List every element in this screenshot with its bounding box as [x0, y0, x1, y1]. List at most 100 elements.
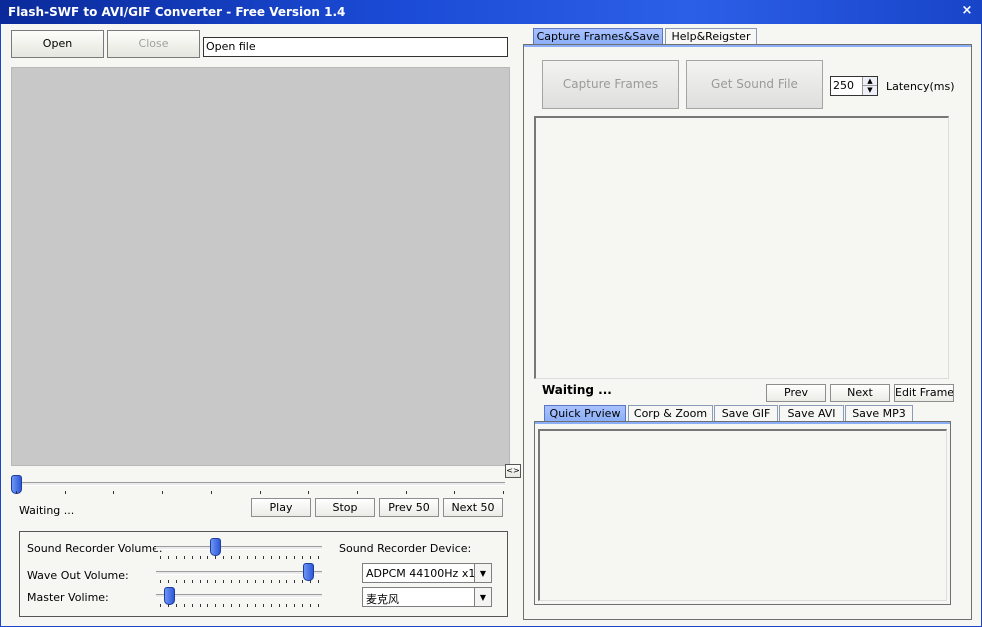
captured-frames-view	[534, 116, 949, 379]
play-button[interactable]: Play	[251, 498, 311, 517]
capture-frames-button[interactable]: Capture Frames	[542, 60, 679, 109]
close-file-button[interactable]: Close	[107, 30, 200, 58]
slider-tick	[215, 580, 217, 583]
slider-tick	[254, 580, 256, 583]
wave-out-volume-track[interactable]	[156, 571, 322, 575]
slider-tick	[215, 556, 217, 559]
slider-tick	[246, 556, 248, 559]
prev-frame-button[interactable]: Prev	[766, 384, 826, 402]
recorder-device-select[interactable]: 麦克风 ▼	[362, 587, 492, 607]
slider-tick	[310, 580, 312, 583]
audio-format-select[interactable]: ADPCM 44100Hz x1 ▼	[362, 563, 492, 583]
slider-tick	[356, 491, 358, 494]
tab-help-register[interactable]: Help&Reigster	[665, 28, 757, 44]
slider-tick	[302, 604, 304, 607]
open-button[interactable]: Open	[11, 30, 104, 58]
stop-button[interactable]: Stop	[315, 498, 375, 517]
slider-tick	[64, 491, 66, 494]
slider-tick	[503, 491, 504, 494]
slider-tick	[239, 580, 240, 583]
slider-tick	[239, 556, 240, 559]
quick-preview-view	[538, 429, 947, 601]
slider-tick	[302, 556, 304, 559]
slider-tick	[310, 604, 312, 607]
spin-down-icon[interactable]: ▼	[863, 86, 877, 95]
slider-tick	[167, 556, 169, 559]
slider-tick	[278, 580, 280, 583]
slider-tick	[113, 491, 115, 494]
slider-tick	[262, 604, 264, 607]
slider-tick	[191, 556, 193, 559]
slider-tick	[160, 604, 161, 607]
wave-out-volume-thumb[interactable]	[303, 563, 315, 581]
slider-tick	[183, 556, 185, 559]
slider-tick	[167, 580, 169, 583]
capture-status: Waiting ...	[542, 383, 612, 397]
spin-up-icon[interactable]: ▲	[863, 77, 877, 86]
slider-tick	[207, 580, 209, 583]
slider-tick	[160, 556, 161, 559]
slider-tick	[191, 580, 193, 583]
playback-status: Waiting ...	[19, 504, 75, 517]
slider-tick	[223, 556, 225, 559]
slider-tick	[262, 580, 264, 583]
tab-crop-zoom[interactable]: Corp & Zoom	[628, 405, 713, 421]
tab-quick-preview[interactable]: Quick Prview	[544, 405, 626, 422]
slider-tick	[270, 604, 272, 607]
slider-tick	[215, 604, 217, 607]
slider-tick	[270, 580, 272, 583]
wave-out-volume-label: Wave Out Volume:	[27, 569, 129, 582]
tab-save-gif[interactable]: Save GIF	[714, 405, 778, 421]
window-title: Flash-SWF to AVI/GIF Converter - Free Ve…	[8, 5, 346, 19]
prev-50-button[interactable]: Prev 50	[379, 498, 439, 517]
tab-save-avi[interactable]: Save AVI	[779, 405, 844, 421]
recorder-volume-track[interactable]	[156, 546, 322, 550]
slider-tick	[223, 604, 225, 607]
latency-label: Latency(ms)	[886, 80, 955, 93]
slider-tick	[318, 556, 319, 559]
slider-tick	[278, 604, 280, 607]
chevron-down-icon[interactable]: ▼	[474, 588, 491, 606]
latency-spin-buttons[interactable]: ▲ ▼	[862, 77, 877, 95]
slider-tick	[223, 580, 225, 583]
slider-tick	[259, 491, 261, 494]
next-frame-button[interactable]: Next	[830, 384, 890, 402]
get-sound-file-button[interactable]: Get Sound File	[686, 60, 823, 109]
frame-position-track[interactable]	[11, 482, 505, 486]
slider-tick	[294, 556, 296, 559]
recorder-volume-thumb[interactable]	[210, 538, 222, 556]
slider-tick	[278, 556, 280, 559]
recorder-device-value: 麦克风	[366, 593, 399, 606]
slider-tick	[207, 556, 209, 559]
slider-tick	[199, 556, 201, 559]
slider-tick	[191, 604, 193, 607]
slider-tick	[254, 604, 256, 607]
file-path-field[interactable]: Open file	[203, 37, 508, 57]
close-window-button[interactable]: ×	[958, 2, 976, 20]
slider-tick	[231, 580, 233, 583]
slider-tick	[16, 491, 17, 494]
slider-tick	[286, 556, 288, 559]
slider-tick	[162, 491, 164, 494]
slider-tick	[454, 491, 456, 494]
title-bar: Flash-SWF to AVI/GIF Converter - Free Ve…	[0, 0, 982, 24]
next-50-button[interactable]: Next 50	[443, 498, 503, 517]
slider-tick	[294, 580, 296, 583]
slider-tick	[239, 604, 240, 607]
slider-tick	[199, 580, 201, 583]
slider-tick	[246, 604, 248, 607]
edit-frame-button[interactable]: Edit Frame	[894, 384, 954, 402]
tab-capture-frames-save[interactable]: Capture Frames&Save	[533, 28, 663, 45]
slider-tick	[302, 580, 304, 583]
slider-tick	[294, 604, 296, 607]
master-volume-track[interactable]	[156, 594, 322, 598]
expand-preview-button[interactable]: <>	[505, 464, 521, 478]
chevron-down-icon[interactable]: ▼	[474, 564, 491, 582]
tab-save-mp3[interactable]: Save MP3	[845, 405, 913, 421]
slider-tick	[310, 556, 312, 559]
slider-tick	[308, 491, 310, 494]
recorder-volume-label: Sound Recorder Volume:	[27, 542, 163, 555]
audio-format-value: ADPCM 44100Hz x1	[366, 567, 476, 580]
master-volume-thumb[interactable]	[163, 587, 175, 605]
recorder-device-label: Sound Recorder Device:	[339, 542, 472, 555]
